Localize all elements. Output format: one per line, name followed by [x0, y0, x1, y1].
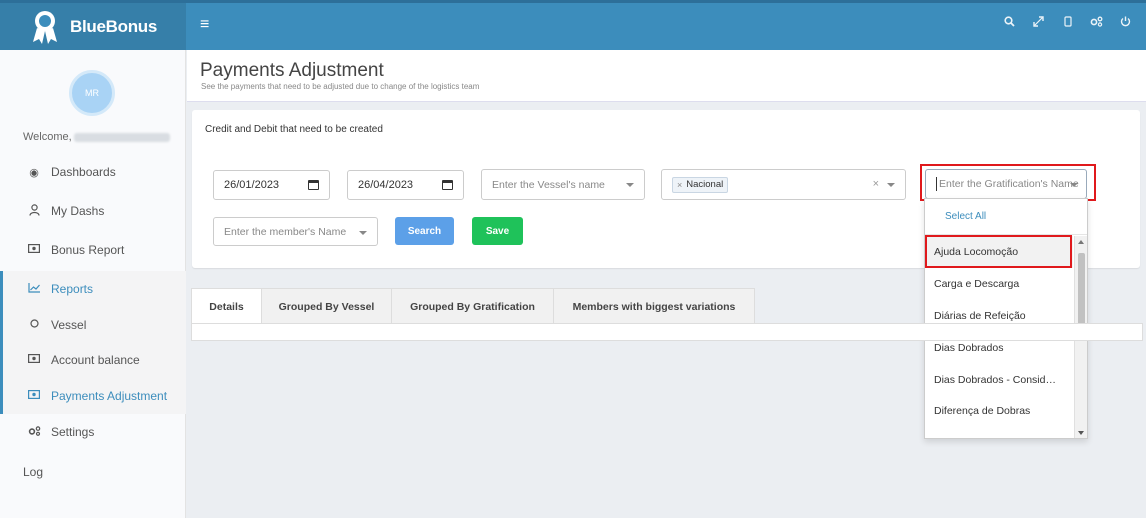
settings-icon[interactable] — [1082, 15, 1111, 30]
report-tabs: Details Grouped By Vessel Grouped By Gra… — [191, 288, 1143, 341]
select-all-option[interactable]: Select All — [925, 199, 1087, 235]
clear-icon[interactable]: × — [873, 178, 879, 190]
sidebar-item-label: Bonus Report — [51, 243, 125, 257]
calendar-icon[interactable] — [308, 180, 319, 190]
hamburger-icon[interactable]: ≡ — [200, 16, 209, 34]
save-button[interactable]: Save — [472, 217, 523, 245]
chevron-down-icon — [626, 183, 634, 187]
avatar-initials: MR — [85, 88, 99, 98]
content-header: Payments Adjustment See the payments tha… — [187, 50, 1146, 102]
sidebar-item-label: Settings — [51, 425, 95, 439]
tab-grouped-by-gratification[interactable]: Grouped By Gratification — [391, 288, 554, 324]
sidebar-item-my-dashs[interactable]: My Dashs — [0, 193, 186, 229]
sidebar: MR Welcome, ◉ Dashboards My Dashs Bonus … — [0, 50, 186, 518]
search-button[interactable]: Search — [395, 217, 454, 245]
avatar: MR — [69, 70, 115, 116]
sidebar-item-settings[interactable]: Settings — [0, 414, 186, 450]
chevron-down-icon — [887, 183, 895, 187]
dropdown-option[interactable]: Diferença de Dobras — [925, 395, 1073, 427]
money-icon — [26, 354, 42, 366]
user-name-redacted — [73, 132, 170, 142]
sidebar-item-label: Log — [23, 465, 44, 479]
dashboard-icon: ◉ — [29, 166, 39, 179]
sidebar-item-account-balance[interactable]: Account balance — [0, 342, 186, 378]
calendar-icon[interactable] — [442, 180, 453, 190]
chart-icon — [26, 282, 42, 296]
sidebar-item-bonus-report[interactable]: Bonus Report — [0, 232, 186, 268]
award-icon — [30, 9, 60, 45]
cogs-icon — [26, 425, 42, 439]
member-placeholder: Enter the member's Name — [224, 225, 347, 238]
sidebar-item-label: Account balance — [51, 353, 140, 367]
tab-details[interactable]: Details — [191, 288, 262, 324]
box-title: Credit and Debit that need to be created — [205, 124, 383, 135]
page-subtitle: See the payments that need to be adjuste… — [201, 82, 480, 91]
sidebar-item-vessel[interactable]: Vessel — [0, 307, 186, 343]
tab-members-variations[interactable]: Members with biggest variations — [553, 288, 755, 324]
date-from-value: 26/01/2023 — [224, 179, 280, 191]
top-icon-bar — [995, 15, 1140, 30]
welcome-text: Welcome, — [23, 131, 170, 143]
highlight-box-gratification — [920, 164, 1096, 201]
sidebar-item-label: Reports — [51, 282, 94, 296]
money-icon — [26, 390, 42, 402]
member-select[interactable]: Enter the member's Name — [213, 217, 378, 246]
date-to-input[interactable]: 26/04/2023 — [347, 170, 464, 200]
tab-strip: Details Grouped By Vessel Grouped By Gra… — [191, 288, 755, 324]
mobile-icon[interactable] — [1053, 15, 1082, 30]
user-icon — [26, 203, 42, 219]
team-multiselect[interactable]: × Nacional × — [661, 169, 906, 200]
sidebar-item-label: My Dashs — [51, 204, 105, 218]
sidebar-item-label: Payments Adjustment — [51, 389, 168, 403]
tab-grouped-by-vessel[interactable]: Grouped By Vessel — [261, 288, 392, 324]
chevron-down-icon — [359, 231, 367, 235]
page-title: Payments Adjustment — [200, 60, 384, 81]
brand-name: BlueBonus — [70, 16, 158, 36]
remove-tag-icon[interactable]: × — [677, 180, 682, 190]
dropdown-option[interactable]: Dias Dobrados - Consid… — [925, 364, 1073, 396]
search-icon[interactable] — [995, 15, 1024, 30]
selected-tag: × Nacional — [672, 176, 729, 193]
date-from-input[interactable]: 26/01/2023 — [213, 170, 330, 200]
top-navbar: BlueBonus ≡ — [0, 0, 1146, 50]
money-icon — [26, 244, 42, 256]
sidebar-item-dashboards[interactable]: ◉ Dashboards — [0, 154, 186, 190]
expand-icon[interactable] — [1024, 15, 1053, 30]
circle-icon — [26, 319, 42, 331]
scroll-up-icon[interactable] — [1078, 240, 1084, 244]
tag-label: Nacional — [686, 179, 724, 190]
sidebar-item-log[interactable]: Log — [0, 454, 186, 490]
welcome-label: Welcome, — [23, 131, 72, 143]
sidebar-item-payments-adjustment[interactable]: Payments Adjustment — [0, 378, 186, 414]
sidebar-item-label: Dashboards — [51, 165, 116, 179]
vessel-placeholder: Enter the Vessel's name — [492, 178, 605, 191]
highlight-box-option — [925, 235, 1072, 268]
date-to-value: 26/04/2023 — [358, 179, 414, 191]
power-icon[interactable] — [1111, 15, 1140, 30]
sidebar-item-reports[interactable]: Reports — [0, 271, 186, 307]
dropdown-option[interactable]: Diferença de Salário — [925, 427, 1073, 438]
vessel-select[interactable]: Enter the Vessel's name — [481, 169, 645, 200]
sidebar-item-label: Vessel — [51, 318, 87, 332]
tab-content — [191, 323, 1143, 341]
scroll-down-icon[interactable] — [1078, 431, 1084, 435]
logo[interactable]: BlueBonus — [0, 3, 186, 50]
